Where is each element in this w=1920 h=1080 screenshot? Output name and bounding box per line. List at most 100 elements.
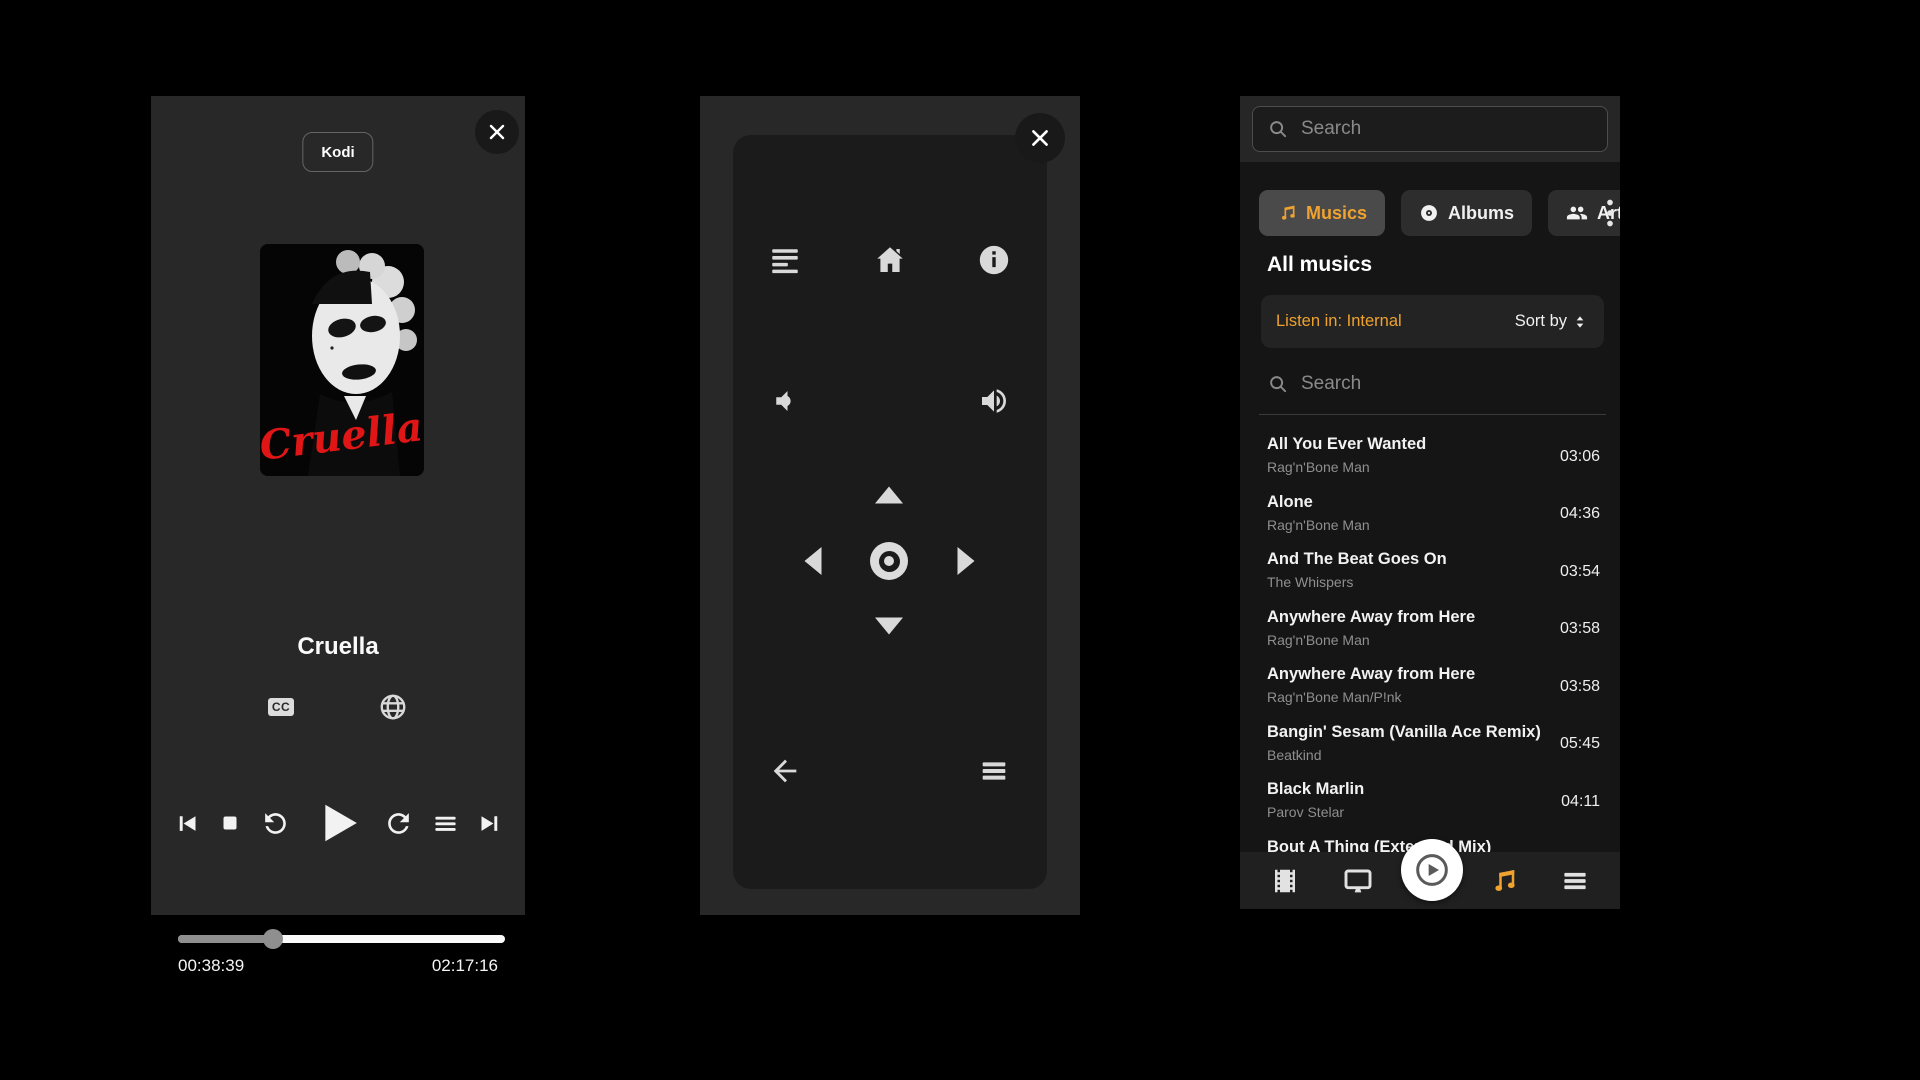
song-row[interactable]: Alone Rag'n'Bone Man 04:36 xyxy=(1240,486,1620,544)
global-search-input[interactable] xyxy=(1301,118,1593,140)
song-artist: Beatkind xyxy=(1267,747,1550,763)
sort-updown-icon xyxy=(1571,313,1589,331)
tab-musics[interactable]: Musics xyxy=(1259,190,1385,236)
select-dot xyxy=(884,556,894,566)
remote-pad xyxy=(733,135,1047,889)
song-title: Anywhere Away from Here xyxy=(1267,608,1550,627)
screen: Kodi xyxy=(0,0,1920,1080)
dpad-up-icon[interactable] xyxy=(875,487,903,504)
now-playing-fab[interactable] xyxy=(1401,839,1463,901)
remote-close-button[interactable] xyxy=(1015,113,1065,163)
volume-down-icon[interactable] xyxy=(770,386,800,416)
sort-by-selector[interactable]: Sort by xyxy=(1515,312,1589,331)
song-row[interactable]: Bangin' Sesam (Vanilla Ace Remix) Beatki… xyxy=(1240,716,1620,774)
now-playing-title: Cruella xyxy=(151,633,525,661)
tab-musics-label: Musics xyxy=(1306,203,1367,224)
select-ring xyxy=(879,551,900,572)
tab-albums-label: Albums xyxy=(1448,203,1514,224)
total-time: 02:17:16 xyxy=(432,956,498,976)
song-duration: 03:54 xyxy=(1560,563,1600,581)
context-menu-icon[interactable] xyxy=(978,755,1010,787)
song-row[interactable]: And The Beat Goes On The Whispers 03:54 xyxy=(1240,543,1620,601)
music-library-panel: Musics Albums Artists All musics Listen … xyxy=(1240,96,1620,909)
audio-language-globe-icon[interactable] xyxy=(378,692,408,722)
song-list: All You Ever Wanted Rag'n'Bone Man 03:06… xyxy=(1240,428,1620,909)
stream-options-row: CC xyxy=(151,692,525,722)
movie-poster: Cruella xyxy=(260,244,424,476)
rewind-icon[interactable] xyxy=(260,808,291,839)
library-tabs: Musics Albums Artists xyxy=(1259,190,1620,236)
subtitles-cc-icon[interactable]: CC xyxy=(268,698,294,716)
home-icon[interactable] xyxy=(872,242,908,278)
library-topbar xyxy=(1240,96,1620,162)
progress-fill xyxy=(178,935,273,943)
song-duration: 04:36 xyxy=(1560,505,1600,523)
list-search-input[interactable] xyxy=(1301,373,1600,395)
skip-previous-icon[interactable] xyxy=(173,810,200,837)
artists-people-icon xyxy=(1566,202,1588,224)
dpad-select-button[interactable] xyxy=(870,542,908,580)
song-title: And The Beat Goes On xyxy=(1267,550,1550,569)
section-title: All musics xyxy=(1267,253,1372,277)
volume-up-icon[interactable] xyxy=(978,385,1010,417)
nav-tv-icon[interactable] xyxy=(1341,865,1375,897)
dpad-right-icon[interactable] xyxy=(958,547,975,575)
music-note-icon xyxy=(1277,203,1297,223)
song-row[interactable]: All You Ever Wanted Rag'n'Bone Man 03:06 xyxy=(1240,428,1620,486)
song-duration: 03:58 xyxy=(1560,678,1600,696)
song-title: Alone xyxy=(1267,493,1550,512)
seek-bar[interactable] xyxy=(178,934,505,944)
search-icon xyxy=(1267,373,1289,395)
progress-thumb[interactable] xyxy=(263,929,283,949)
more-options-icon[interactable] xyxy=(1603,195,1617,231)
song-duration: 05:45 xyxy=(1560,735,1600,753)
album-disc-icon xyxy=(1419,203,1439,223)
close-icon xyxy=(1029,127,1051,149)
close-button[interactable] xyxy=(475,110,519,154)
playlist-menu-icon[interactable] xyxy=(432,810,459,837)
nav-music-note-icon[interactable] xyxy=(1486,866,1520,896)
fast-forward-icon[interactable] xyxy=(383,808,414,839)
song-artist: Rag'n'Bone Man/P!nk xyxy=(1267,689,1550,705)
close-icon xyxy=(487,122,507,142)
song-title: Anywhere Away from Here xyxy=(1267,665,1550,684)
song-title: Black Marlin xyxy=(1267,780,1550,799)
play-circle-icon xyxy=(1412,850,1452,890)
tab-albums[interactable]: Albums xyxy=(1401,190,1532,236)
song-artist: The Whispers xyxy=(1267,574,1550,590)
sort-by-label: Sort by xyxy=(1515,312,1567,331)
song-row[interactable]: Black Marlin Parov Stelar 04:11 xyxy=(1240,773,1620,831)
queue-list-icon[interactable] xyxy=(768,243,802,277)
dpad-left-icon[interactable] xyxy=(805,547,822,575)
now-playing-panel: Kodi xyxy=(151,96,525,915)
song-title: Bangin' Sesam (Vanilla Ace Remix) xyxy=(1267,723,1550,742)
song-duration: 03:06 xyxy=(1560,448,1600,466)
song-duration: 03:58 xyxy=(1560,620,1600,638)
info-icon[interactable] xyxy=(977,243,1011,277)
dpad-down-icon[interactable] xyxy=(875,618,903,635)
divider xyxy=(1259,414,1606,415)
play-icon[interactable] xyxy=(309,795,365,851)
song-row[interactable]: Anywhere Away from Here Rag'n'Bone Man/P… xyxy=(1240,658,1620,716)
playback-controls xyxy=(151,794,525,852)
search-icon xyxy=(1267,118,1289,140)
song-artist: Rag'n'Bone Man xyxy=(1267,517,1550,533)
device-chip-label: Kodi xyxy=(321,144,354,161)
list-search-field[interactable] xyxy=(1267,362,1600,406)
song-artist: Rag'n'Bone Man xyxy=(1267,632,1550,648)
back-icon[interactable] xyxy=(768,754,802,788)
song-row[interactable]: Anywhere Away from Here Rag'n'Bone Man 0… xyxy=(1240,601,1620,659)
song-title: All You Ever Wanted xyxy=(1267,435,1550,454)
song-duration: 04:11 xyxy=(1561,793,1600,811)
song-artist: Rag'n'Bone Man xyxy=(1267,459,1550,475)
global-search-field[interactable] xyxy=(1252,106,1608,152)
filter-bar: Listen in: Internal Sort by xyxy=(1261,295,1604,348)
skip-next-icon[interactable] xyxy=(477,810,504,837)
nav-movies-film-icon[interactable] xyxy=(1268,866,1302,896)
listen-in-selector[interactable]: Listen in: Internal xyxy=(1276,312,1402,331)
nav-menu-icon[interactable] xyxy=(1558,866,1592,896)
stop-icon[interactable] xyxy=(218,811,242,835)
elapsed-time: 00:38:39 xyxy=(178,956,244,976)
device-chip[interactable]: Kodi xyxy=(302,132,373,172)
song-artist: Parov Stelar xyxy=(1267,804,1550,820)
